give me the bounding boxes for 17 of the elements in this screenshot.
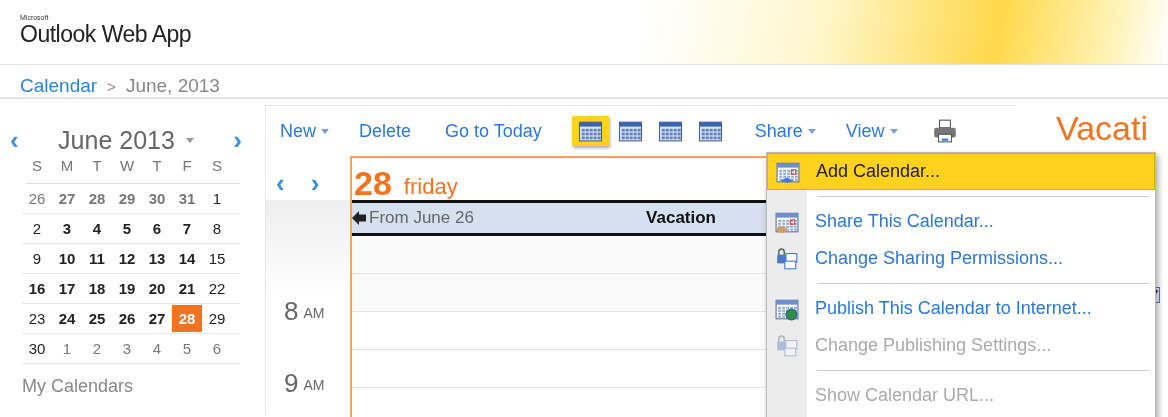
hour-label: 8 AM xyxy=(283,296,326,328)
weekday-label: T xyxy=(152,157,162,176)
hour-label: 9 AM xyxy=(283,368,326,400)
weekday-label: S xyxy=(32,157,42,176)
event-start-text: From June 26 xyxy=(369,208,474,228)
weekday-label: F xyxy=(182,157,192,176)
breadcrumb-separator: > xyxy=(107,77,116,95)
weekday-label: T xyxy=(92,157,102,176)
weekday-label: M xyxy=(60,157,74,176)
day-number: 28 xyxy=(354,166,392,200)
weekday-label: W xyxy=(119,157,135,176)
breadcrumb-current: June, 2013 xyxy=(125,75,220,97)
weekday-name: friday xyxy=(403,174,458,200)
event-title-heading: Vacati xyxy=(1056,109,1149,148)
event-title: Vacation xyxy=(646,208,716,228)
weekday-label: S xyxy=(212,157,222,176)
app-logo-text: Outlook Web App xyxy=(20,21,192,48)
